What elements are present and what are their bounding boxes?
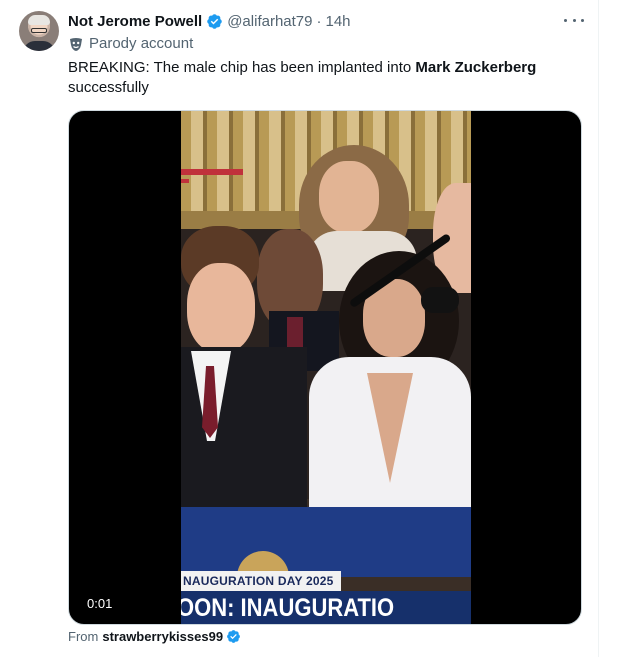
microphone-head xyxy=(421,287,459,313)
verified-badge-icon xyxy=(207,13,222,29)
source-user[interactable]: strawberrykisses99 xyxy=(102,629,223,644)
parody-mask-icon xyxy=(70,37,82,51)
verified-badge-icon xyxy=(227,630,240,643)
video-timestamp: 0:01 xyxy=(81,592,119,614)
background-woman-face xyxy=(319,161,379,233)
handle[interactable]: @alifarhat79 xyxy=(227,13,312,30)
man-left-face xyxy=(187,263,255,353)
video-source: From strawberrykisses99 xyxy=(68,629,241,644)
podium xyxy=(181,507,471,577)
avatar-hair xyxy=(28,15,50,25)
chyron-main-text: OON: INAUGURATIO xyxy=(181,594,395,622)
tweet-text-before: BREAKING: The male chip has been implant… xyxy=(68,59,416,76)
avatar-glasses xyxy=(31,28,47,33)
post-time[interactable]: 14h xyxy=(325,13,350,30)
chyron-main: OON: INAUGURATIO xyxy=(181,591,471,624)
source-prefix: From xyxy=(68,629,99,644)
column-divider xyxy=(598,0,599,657)
tweet-text-after: successfully xyxy=(68,79,149,96)
avatar[interactable] xyxy=(19,11,59,51)
red-stripe-small xyxy=(181,179,189,183)
video-player[interactable]: NAUGURATION DAY 2025 OON: INAUGURATIO 0:… xyxy=(68,110,582,625)
display-name[interactable]: Not Jerome Powell xyxy=(68,13,202,30)
tweet-header: Not Jerome Powell @alifarhat79 · 14h xyxy=(68,11,351,31)
avatar-suit xyxy=(23,41,55,51)
parody-label-text: Parody account xyxy=(89,35,194,52)
tweet-text-mention: Mark Zuckerberg xyxy=(415,59,537,76)
red-stripe xyxy=(181,169,243,175)
chyron-top-text: NAUGURATION DAY 2025 xyxy=(183,574,334,588)
more-icon[interactable] xyxy=(564,12,584,28)
separator-dot: · xyxy=(316,12,322,30)
chyron-top: NAUGURATION DAY 2025 xyxy=(181,571,341,591)
parody-label: Parody account xyxy=(68,35,193,52)
video-frame: NAUGURATION DAY 2025 OON: INAUGURATIO xyxy=(181,111,471,624)
tweet-text: BREAKING: The male chip has been implant… xyxy=(68,58,588,98)
